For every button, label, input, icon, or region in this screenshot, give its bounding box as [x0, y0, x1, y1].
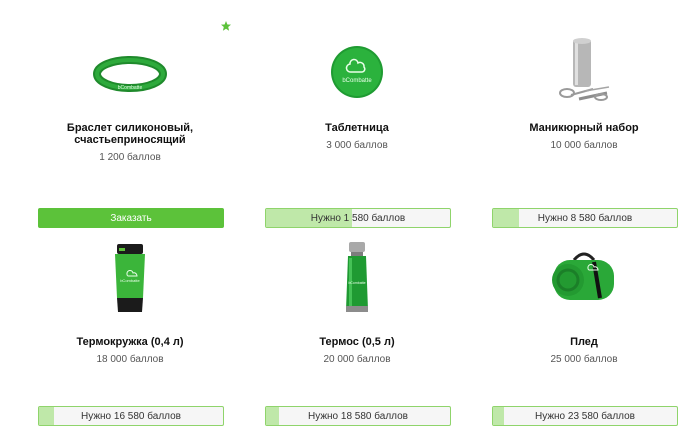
points-progress: Нужно 16 580 баллов: [38, 406, 224, 426]
product-title: Термос (0,5 л): [257, 336, 457, 348]
action-area: Заказать: [38, 208, 224, 228]
progress-label: Нужно 8 580 баллов: [537, 212, 633, 224]
svg-text:bCombatte: bCombatte: [348, 281, 365, 285]
points-progress: Нужно 1 580 баллов: [265, 208, 451, 228]
product-card: bCombatte Термос (0,5 л) 20 000 баллов Н…: [257, 228, 457, 426]
product-title: Плед: [484, 336, 684, 348]
product-title: Термокружка (0,4 л): [30, 336, 230, 348]
progress-label: Нужно 1 580 баллов: [310, 212, 406, 224]
progress-label: Нужно 18 580 баллов: [308, 410, 408, 422]
points-progress: Нужно 23 580 баллов: [492, 406, 678, 426]
title-line: Плед: [570, 336, 598, 348]
action-area: Нужно 8 580 баллов: [492, 208, 678, 228]
pillbox-image: bCombatte: [257, 30, 457, 114]
action-area: Нужно 1 580 баллов: [265, 208, 451, 228]
action-area: Нужно 16 580 баллов: [38, 406, 224, 426]
product-price: 18 000 баллов: [96, 354, 164, 365]
progress-label: Нужно 23 580 баллов: [535, 410, 635, 422]
product-title: Браслет силиконовый, счастьеприносящий: [30, 122, 230, 146]
action-area: Нужно 23 580 баллов: [492, 406, 678, 426]
svg-text:bCombatte: bCombatte: [118, 85, 143, 91]
manicure-set-image: [484, 30, 684, 114]
action-area: Нужно 18 580 баллов: [265, 406, 451, 426]
product-card: bCombatte Браслет силиконовый, счастьепр…: [30, 30, 230, 228]
rewards-grid: bCombatte Браслет силиконовый, счастьепр…: [30, 30, 678, 426]
title-line: счастьеприносящий: [74, 134, 186, 146]
progress-label: Нужно 16 580 баллов: [81, 410, 181, 422]
product-price: 25 000 баллов: [550, 354, 618, 365]
thermos-image: bCombatte: [257, 228, 457, 328]
thermo-mug-image: bCombatte: [30, 228, 230, 328]
blanket-image: [484, 228, 684, 328]
svg-text:bCombatte: bCombatte: [342, 78, 372, 84]
title-line: Таблетница: [325, 122, 389, 134]
product-price: 20 000 баллов: [323, 354, 391, 365]
product-title: Таблетница: [257, 122, 457, 134]
product-card: Плед 25 000 баллов Нужно 23 580 баллов: [484, 228, 684, 426]
svg-text:bCombatte: bCombatte: [120, 278, 140, 283]
bracelet-image: bCombatte: [30, 30, 230, 114]
product-card: bCombatte Таблетница 3 000 баллов Нужно …: [257, 30, 457, 228]
product-price: 10 000 баллов: [550, 140, 618, 151]
order-button[interactable]: Заказать: [38, 208, 224, 228]
title-line: Термос (0,5 л): [319, 336, 395, 348]
product-title: Маникюрный набор: [484, 122, 684, 134]
title-line: Маникюрный набор: [529, 122, 639, 134]
title-line: Браслет силиконовый,: [66, 122, 194, 134]
points-progress: Нужно 18 580 баллов: [265, 406, 451, 426]
product-price: 3 000 баллов: [326, 140, 388, 151]
points-progress: Нужно 8 580 баллов: [492, 208, 678, 228]
product-card: Маникюрный набор 10 000 баллов Нужно 8 5…: [484, 30, 684, 228]
product-card: bCombatte Термокружка (0,4 л) 18 000 бал…: [30, 228, 230, 426]
product-price: 1 200 баллов: [99, 152, 161, 163]
title-line: Термокружка (0,4 л): [76, 336, 184, 348]
